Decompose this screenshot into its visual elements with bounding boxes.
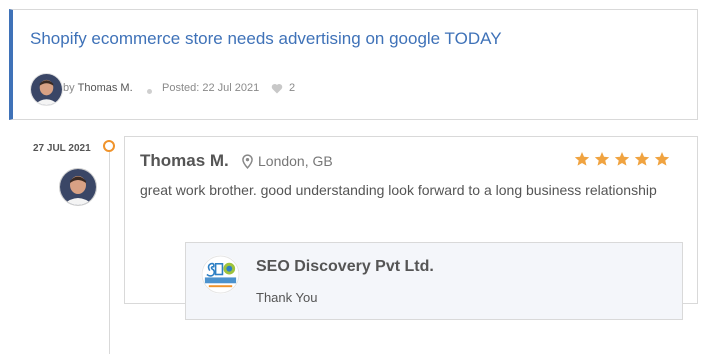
star-icon — [594, 152, 610, 166]
review-text: great work brother. good understanding l… — [140, 182, 657, 198]
reply-box: SEO Discovery Pvt Ltd. Thank You — [185, 242, 683, 320]
likes-count: 2 — [289, 82, 296, 94]
reviewer-avatar[interactable] — [59, 168, 97, 206]
star-icon — [614, 152, 630, 166]
posted-date: Posted: 22 Jul 2021 — [162, 82, 260, 94]
star-icon — [574, 152, 590, 166]
rating-stars — [574, 151, 670, 167]
map-pin-icon — [242, 153, 253, 169]
timeline-line — [109, 152, 110, 354]
reviewer-location: London, GB — [242, 153, 333, 169]
timeline-dot — [103, 140, 115, 152]
company-logo[interactable] — [201, 255, 240, 294]
reply-company-name[interactable]: SEO Discovery Pvt Ltd. — [256, 258, 434, 276]
review-date: 27 JUL 2021 — [33, 143, 91, 154]
heart-icon[interactable] — [271, 83, 283, 94]
by-label: by — [63, 82, 75, 94]
reply-text: Thank You — [256, 290, 318, 305]
job-author-avatar[interactable] — [30, 73, 63, 106]
separator-dot — [147, 89, 152, 94]
star-icon — [634, 152, 650, 166]
likes[interactable]: 2 — [271, 82, 295, 94]
job-card: Shopify ecommerce store needs advertisin… — [9, 9, 698, 120]
job-author-line: by Thomas M. — [63, 82, 133, 94]
job-author-name[interactable]: Thomas M. — [78, 82, 133, 94]
location-text: London, GB — [258, 153, 333, 169]
job-title[interactable]: Shopify ecommerce store needs advertisin… — [30, 29, 502, 49]
star-icon — [654, 152, 670, 166]
reviewer-name[interactable]: Thomas M. — [140, 151, 229, 171]
